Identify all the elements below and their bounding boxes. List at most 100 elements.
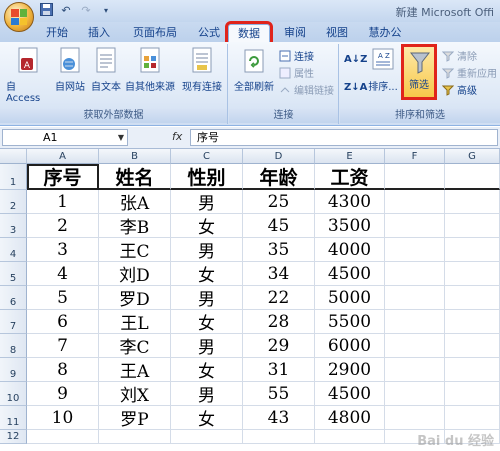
from-web-button[interactable]: 自网站 [52, 46, 88, 93]
row-header-10[interactable]: 10 [0, 382, 27, 406]
table-cell[interactable]: 5500 [315, 310, 385, 334]
table-cell[interactable]: 10 [27, 406, 99, 430]
table-cell[interactable]: 刘X [99, 382, 171, 406]
empty-cell[interactable] [171, 430, 243, 444]
table-header-cell[interactable]: 性别 [171, 164, 243, 190]
advanced-button[interactable]: 高级 [441, 82, 477, 97]
table-cell[interactable]: 男 [171, 190, 243, 214]
row-header-3[interactable]: 3 [0, 214, 27, 238]
row-header-8[interactable]: 8 [0, 334, 27, 358]
row-header-5[interactable]: 5 [0, 262, 27, 286]
column-header-f[interactable]: F [385, 149, 445, 164]
refresh-all-button[interactable]: 全部刷新 [231, 46, 277, 93]
table-cell[interactable]: 王C [99, 238, 171, 262]
row-header-12[interactable]: 12 [0, 430, 27, 444]
table-cell[interactable]: 女 [171, 358, 243, 382]
customize-icon[interactable]: ▾ [98, 3, 114, 18]
table-cell[interactable]: 罗D [99, 286, 171, 310]
table-header-cell[interactable] [445, 164, 500, 190]
table-cell[interactable]: 男 [171, 286, 243, 310]
select-all-corner[interactable] [0, 149, 27, 164]
table-cell[interactable] [445, 286, 500, 310]
empty-cell[interactable] [99, 430, 171, 444]
table-cell[interactable]: 1 [27, 190, 99, 214]
empty-cell[interactable] [243, 430, 315, 444]
table-cell[interactable] [445, 262, 500, 286]
tab-review[interactable]: 审阅 [278, 24, 312, 42]
row-header-6[interactable]: 6 [0, 286, 27, 310]
table-cell[interactable]: 李B [99, 214, 171, 238]
table-cell[interactable] [445, 406, 500, 430]
tab-page-layout[interactable]: 页面布局 [124, 24, 186, 42]
table-cell[interactable]: 5 [27, 286, 99, 310]
table-cell[interactable] [385, 238, 445, 262]
table-cell[interactable]: 张A [99, 190, 171, 214]
table-cell[interactable]: 王A [99, 358, 171, 382]
table-cell[interactable]: 4300 [315, 190, 385, 214]
table-cell[interactable]: 25 [243, 190, 315, 214]
table-cell[interactable]: 55 [243, 382, 315, 406]
table-cell[interactable] [385, 262, 445, 286]
name-box[interactable]: A1 ▼ [2, 129, 128, 146]
row-header-9[interactable]: 9 [0, 358, 27, 382]
row-header-11[interactable]: 11 [0, 406, 27, 430]
table-cell[interactable]: 李C [99, 334, 171, 358]
table-cell[interactable] [445, 310, 500, 334]
tab-view[interactable]: 视图 [320, 24, 354, 42]
formula-input[interactable]: 序号 [190, 129, 498, 146]
table-cell[interactable]: 8 [27, 358, 99, 382]
table-cell[interactable] [385, 358, 445, 382]
table-cell[interactable] [385, 334, 445, 358]
table-cell[interactable]: 男 [171, 382, 243, 406]
from-access-button[interactable]: A 自 Access [6, 46, 50, 104]
empty-cell[interactable] [27, 430, 99, 444]
table-cell[interactable] [445, 358, 500, 382]
save-icon[interactable] [38, 3, 54, 18]
table-cell[interactable]: 28 [243, 310, 315, 334]
row-header-2[interactable]: 2 [0, 190, 27, 214]
table-cell[interactable]: 43 [243, 406, 315, 430]
table-cell[interactable] [385, 214, 445, 238]
redo-icon[interactable]: ↷ [78, 3, 94, 18]
reapply-button[interactable]: 重新应用 [441, 65, 497, 80]
table-cell[interactable] [445, 214, 500, 238]
table-cell[interactable]: 女 [171, 406, 243, 430]
row-header-1[interactable]: 1 [0, 164, 27, 190]
from-text-button[interactable]: 自文本 [88, 46, 124, 93]
table-cell[interactable]: 女 [171, 262, 243, 286]
table-cell[interactable]: 女 [171, 310, 243, 334]
table-header-cell[interactable] [385, 164, 445, 190]
table-header-cell[interactable]: 工资 [315, 164, 385, 190]
table-header-cell[interactable]: 姓名 [99, 164, 171, 190]
row-header-7[interactable]: 7 [0, 310, 27, 334]
table-header-cell[interactable]: 年龄 [243, 164, 315, 190]
tab-home[interactable]: 开始 [40, 24, 74, 42]
empty-cell[interactable] [315, 430, 385, 444]
undo-icon[interactable]: ↶ [58, 3, 74, 18]
table-cell[interactable]: 罗P [99, 406, 171, 430]
tab-huibangong[interactable]: 慧办公 [362, 24, 408, 42]
table-cell[interactable]: 2 [27, 214, 99, 238]
tab-data[interactable]: 数据 [225, 21, 273, 45]
table-cell[interactable]: 31 [243, 358, 315, 382]
insert-function-icon[interactable]: fx [172, 130, 182, 143]
table-cell[interactable] [385, 190, 445, 214]
clear-button[interactable]: 清除 [441, 48, 477, 63]
table-cell[interactable]: 刘D [99, 262, 171, 286]
office-button[interactable] [4, 2, 34, 32]
table-cell[interactable]: 3500 [315, 214, 385, 238]
table-cell[interactable] [445, 334, 500, 358]
filter-button[interactable]: 筛选 [401, 44, 437, 100]
table-cell[interactable]: 4500 [315, 382, 385, 406]
properties-button[interactable]: 属性 [279, 65, 314, 80]
tab-insert[interactable]: 插入 [82, 24, 116, 42]
tab-formulas[interactable]: 公式 [192, 24, 226, 42]
table-cell[interactable]: 4000 [315, 238, 385, 262]
table-cell[interactable] [385, 406, 445, 430]
table-cell[interactable]: 35 [243, 238, 315, 262]
row-header-4[interactable]: 4 [0, 238, 27, 262]
table-cell[interactable] [385, 310, 445, 334]
table-cell[interactable]: 22 [243, 286, 315, 310]
table-cell[interactable]: 34 [243, 262, 315, 286]
table-cell[interactable]: 女 [171, 214, 243, 238]
